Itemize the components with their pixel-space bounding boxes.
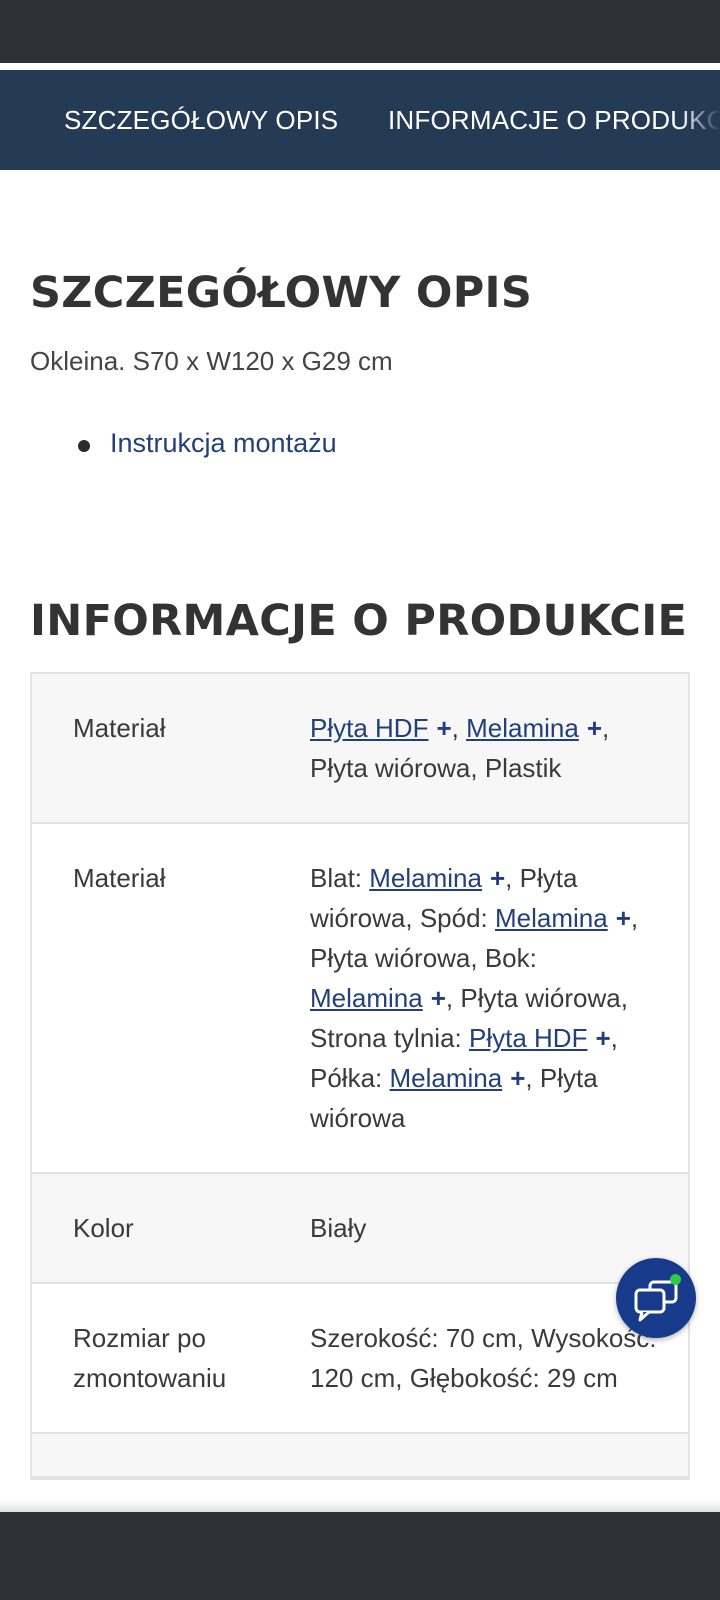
- table-row: Materiał Płyta HDF +, Melamina +, Płyta wi…: [32, 674, 688, 824]
- expand-plus-icon[interactable]: +: [431, 983, 446, 1013]
- material-link[interactable]: Melamina: [466, 713, 579, 743]
- expand-plus-icon[interactable]: +: [490, 863, 505, 893]
- expand-plus-icon[interactable]: +: [595, 1023, 610, 1053]
- assembly-instructions-link[interactable]: Instrukcja montażu: [110, 428, 337, 459]
- table-row: [32, 1434, 688, 1478]
- row-label: Materiał: [73, 863, 166, 893]
- material-link[interactable]: Melamina: [310, 983, 423, 1013]
- material-link[interactable]: Melamina: [369, 863, 482, 893]
- tab-detailed-description[interactable]: SZCZEGÓŁOWY OPIS: [64, 70, 338, 170]
- row-value: Blat: Melamina +, Płyta wiórowa, Spód: Me…: [310, 824, 688, 1172]
- material-link[interactable]: Płyta HDF: [469, 1023, 587, 1053]
- value-text: Blat:: [310, 863, 370, 893]
- system-navigation-bar: [0, 1512, 720, 1600]
- material-link[interactable]: Melamina: [390, 1063, 503, 1093]
- expand-plus-icon[interactable]: +: [587, 713, 602, 743]
- value-text: ,: [451, 713, 467, 743]
- row-label: Rozmiar po zmontowaniu: [73, 1323, 227, 1393]
- expand-plus-icon[interactable]: +: [436, 713, 451, 743]
- expand-plus-icon[interactable]: +: [510, 1063, 525, 1093]
- material-link[interactable]: Płyta HDF: [310, 713, 428, 743]
- table-row: Kolor Biały: [32, 1174, 688, 1284]
- row-label: Kolor: [73, 1213, 134, 1243]
- section-heading-product-info: INFORMACJE O PRODUKCIE: [30, 596, 688, 646]
- tab-product-information[interactable]: INFORMACJE O PRODUKCIE: [388, 70, 720, 170]
- description-text: Okleina. S70 x W120 x G29 cm: [30, 346, 393, 376]
- bottom-bar-shadow: [0, 1500, 720, 1512]
- chat-button[interactable]: [616, 1258, 696, 1338]
- system-status-bar: [0, 0, 720, 63]
- online-status-dot: [670, 1274, 681, 1285]
- table-row: Rozmiar po zmontowaniu Szerokość: 70 cm,…: [32, 1284, 688, 1434]
- bullet-icon: [78, 440, 90, 452]
- row-value: Płyta HDF +, Melamina +, Płyta wiórowa, Pl…: [310, 674, 688, 822]
- material-link[interactable]: Melamina: [495, 903, 608, 933]
- section-heading-description: SZCZEGÓŁOWY OPIS: [30, 268, 533, 318]
- table-row: Materiał Blat: Melamina +, Płyta wiórowa,…: [32, 824, 688, 1174]
- row-label: Materiał: [73, 713, 166, 743]
- tabs-scroll-fade: [680, 70, 720, 170]
- product-info-table: Materiał Płyta HDF +, Melamina +, Płyta wi…: [30, 672, 690, 1480]
- expand-plus-icon[interactable]: +: [616, 903, 631, 933]
- tabs-nav: SZCZEGÓŁOWY OPIS INFORMACJE O PRODUKCIE: [0, 70, 720, 170]
- chat-bubbles-icon: [634, 1280, 678, 1322]
